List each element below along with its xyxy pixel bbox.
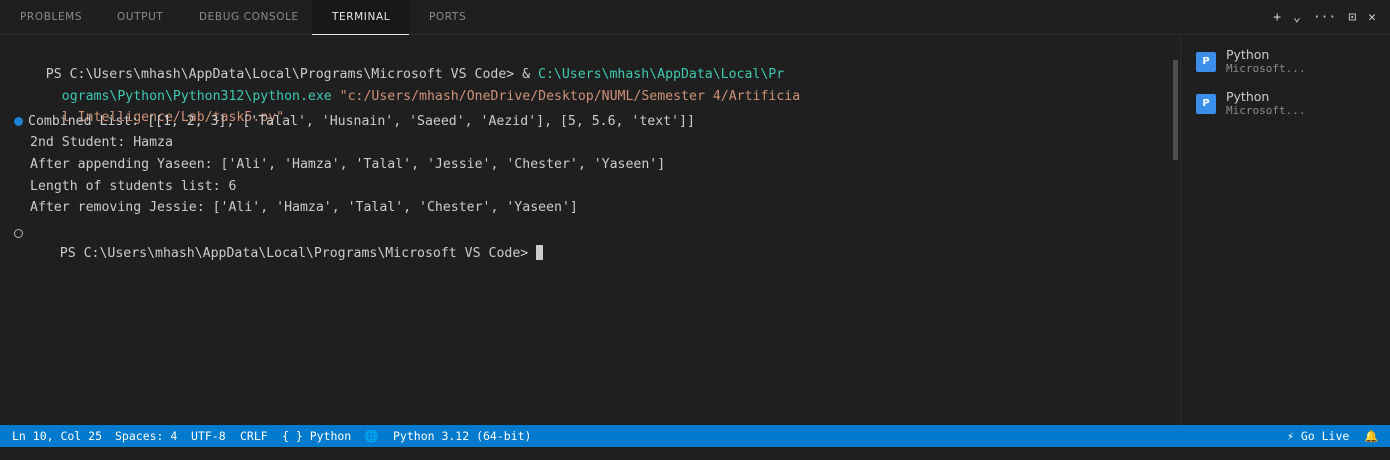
close-panel-icon[interactable]: ✕ xyxy=(1368,10,1376,25)
terminal-item-title: Python xyxy=(1226,47,1270,62)
prompt-line: PS C:\Users\mhash\AppData\Local\Programs… xyxy=(28,224,544,261)
bell-icon[interactable]: 🔔 xyxy=(1364,425,1378,447)
globe-icon[interactable]: 🌐 xyxy=(364,425,378,447)
file-encoding[interactable]: UTF-8 xyxy=(191,425,226,447)
python-icon: P xyxy=(1196,94,1216,114)
output-line: After appending Yaseen: ['Ali', 'Hamza',… xyxy=(30,157,666,172)
more-actions-icon[interactable]: ··· xyxy=(1313,10,1336,25)
command-line-1: PS C:\Users\mhash\AppData\Local\Programs… xyxy=(14,45,784,82)
indentation[interactable]: Spaces: 4 xyxy=(115,425,177,447)
window-bottom-edge xyxy=(0,447,1390,460)
output-line: Length of students list: 6 xyxy=(30,179,237,194)
output-line: After removing Jessie: ['Ali', 'Hamza', … xyxy=(30,200,578,215)
terminal-list-item[interactable]: P Python Microsoft... xyxy=(1195,47,1385,81)
cursor-position[interactable]: Ln 10, Col 25 xyxy=(12,425,102,447)
command-pending-dot[interactable] xyxy=(14,229,23,238)
tab-terminal[interactable]: TERMINAL xyxy=(312,0,409,35)
terminal-item-subtitle: Microsoft... xyxy=(1226,62,1306,75)
panel-tab-bar: PROBLEMS OUTPUT DEBUG CONSOLE TERMINAL P… xyxy=(0,0,1390,35)
new-terminal-icon[interactable]: + xyxy=(1273,10,1281,25)
language-mode[interactable]: { } Python xyxy=(282,425,351,447)
command-success-dot[interactable] xyxy=(14,117,23,126)
terminal-tabs-list: P Python Microsoft... P Python Microsoft… xyxy=(1180,36,1390,425)
status-bar: Ln 10, Col 25 Spaces: 4 UTF-8 CRLF { } P… xyxy=(0,425,1390,447)
tab-problems[interactable]: PROBLEMS xyxy=(20,0,82,35)
terminal-list-item[interactable]: P Python Microsoft... xyxy=(1195,89,1385,123)
panel-actions: + ⌄ ··· ⊡ ✕ xyxy=(1273,0,1376,35)
go-live-button[interactable]: ⚡ Go Live xyxy=(1287,425,1349,447)
tab-debug-console[interactable]: DEBUG CONSOLE xyxy=(199,0,299,35)
terminal-cursor xyxy=(536,245,544,260)
command-line-2: ograms\Python\Python312\python.exe "c:/U… xyxy=(30,67,800,104)
chevron-down-icon[interactable]: ⌄ xyxy=(1293,10,1301,25)
terminal-output[interactable]: PS C:\Users\mhash\AppData\Local\Programs… xyxy=(0,36,1180,425)
terminal-scrollbar[interactable] xyxy=(1173,60,1178,160)
tab-output[interactable]: OUTPUT xyxy=(117,0,163,35)
output-line: 2nd Student: Hamza xyxy=(30,135,173,150)
tab-ports[interactable]: PORTS xyxy=(429,0,466,35)
terminal-item-title: Python xyxy=(1226,89,1270,104)
command-line-3: l Intelligence/Lab/task5.py" xyxy=(30,88,284,125)
line-endings[interactable]: CRLF xyxy=(240,425,268,447)
prompt-text: PS C:\Users\mhash\AppData\Local\Programs… xyxy=(59,246,537,261)
maximize-panel-icon[interactable]: ⊡ xyxy=(1348,10,1356,25)
output-line: Combined List: [[1, 2, 3], ['Talal', 'Hu… xyxy=(28,114,695,129)
python-icon: P xyxy=(1196,52,1216,72)
terminal-item-subtitle: Microsoft... xyxy=(1226,104,1306,117)
script-path: "c:/Users/mhash/OneDrive/Desktop/NUML/Se… xyxy=(331,89,801,104)
python-interpreter[interactable]: Python 3.12 (64-bit) xyxy=(393,425,531,447)
